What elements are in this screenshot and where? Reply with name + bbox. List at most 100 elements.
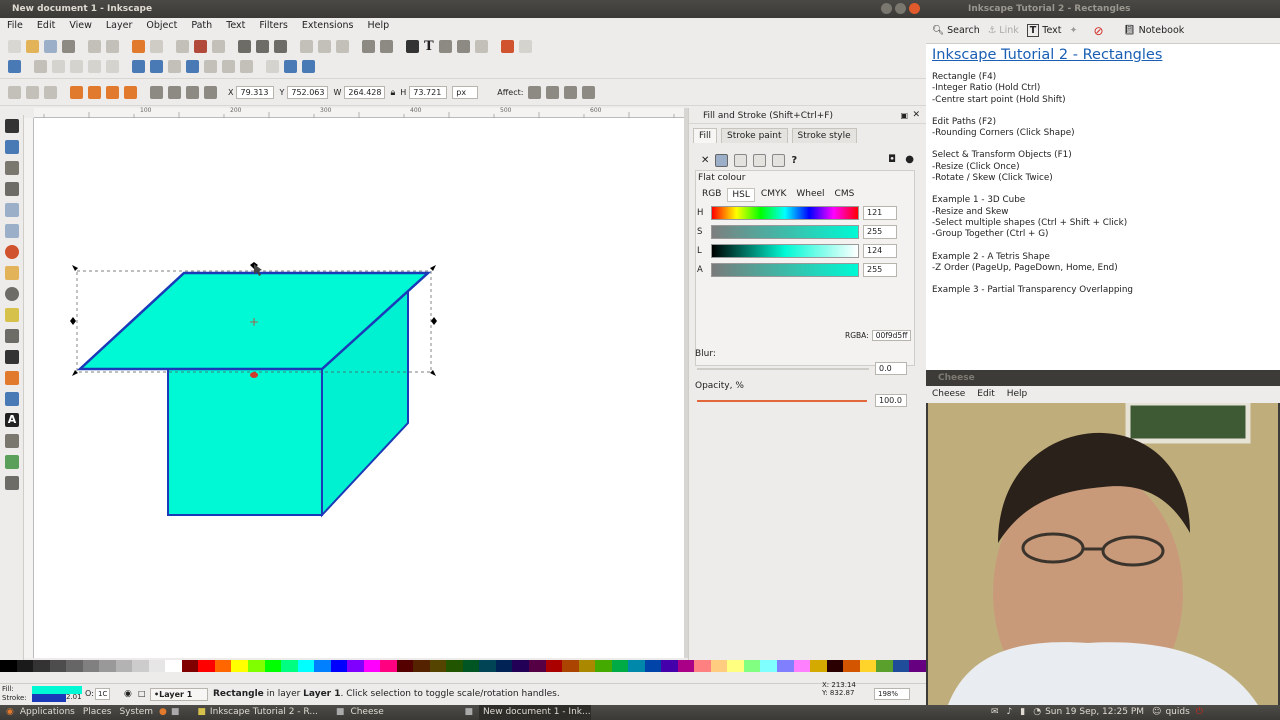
opacity-slider[interactable]: [697, 400, 867, 402]
clean-icon[interactable]: ✦: [1070, 25, 1078, 36]
xml-editor-icon[interactable]: [438, 40, 452, 53]
menu-object[interactable]: Object: [146, 18, 177, 34]
unit-select[interactable]: px: [452, 86, 479, 99]
mode-wheel[interactable]: Wheel: [792, 188, 828, 202]
menu-extensions[interactable]: Extensions: [302, 18, 354, 34]
handle-w[interactable]: [70, 317, 76, 325]
menu-path[interactable]: Path: [191, 18, 212, 34]
flip-vertical-icon[interactable]: [124, 86, 137, 99]
scale-stroke-icon[interactable]: [528, 86, 542, 99]
selector-tool-icon[interactable]: [5, 119, 19, 133]
cube-front-face[interactable]: [167, 368, 323, 516]
handle-nw[interactable]: [72, 265, 78, 271]
rotate-ccw-icon[interactable]: [70, 86, 83, 99]
menu-edit[interactable]: Edit: [37, 18, 55, 34]
zoom-input[interactable]: 198%: [874, 688, 910, 700]
tab-stroke-paint[interactable]: Stroke paint: [721, 128, 788, 143]
bucket-tool-icon[interactable]: [5, 392, 19, 406]
system-menu[interactable]: System: [119, 705, 153, 720]
print-icon[interactable]: [62, 40, 75, 53]
tweak-tool-icon[interactable]: [5, 161, 19, 175]
ungroup-icon[interactable]: [380, 40, 393, 53]
fill-stroke-icon[interactable]: [406, 40, 419, 53]
snap-intersections-icon[interactable]: [168, 60, 181, 73]
zoom-tool-icon[interactable]: [5, 182, 19, 196]
pen-tool-icon[interactable]: [5, 329, 19, 343]
fill-rule-evenodd-icon[interactable]: ◘: [888, 154, 896, 165]
menu-filters[interactable]: Filters: [259, 18, 287, 34]
no-paint-icon[interactable]: ✕: [701, 155, 709, 166]
deselect-icon[interactable]: [44, 86, 57, 99]
export-icon[interactable]: [106, 40, 119, 53]
slider-h-value[interactable]: 121: [863, 206, 897, 220]
note-content[interactable]: Inkscape Tutorial 2 - Rectangles Rectang…: [932, 46, 1272, 307]
handle-e[interactable]: [431, 317, 437, 325]
cheese-menu-help[interactable]: Help: [1007, 386, 1028, 403]
redo-icon[interactable]: [150, 40, 163, 53]
rgba-input[interactable]: 00f9d5ff: [871, 330, 912, 341]
undo-icon[interactable]: [132, 40, 145, 53]
transform-icon[interactable]: [474, 40, 488, 53]
stroke-swatch[interactable]: [32, 694, 66, 702]
color-palette[interactable]: [0, 660, 926, 672]
fill-rule-nonzero-icon[interactable]: ●: [905, 154, 914, 165]
snap-smooth-nodes-icon[interactable]: [186, 60, 199, 73]
open-icon[interactable]: [26, 40, 39, 53]
search-button[interactable]: 🔍︎ Search: [932, 25, 980, 36]
copy-icon[interactable]: [176, 40, 189, 53]
mode-rgb[interactable]: RGB: [698, 188, 725, 202]
import-icon[interactable]: [88, 40, 101, 53]
tab-stroke-style[interactable]: Stroke style: [791, 128, 857, 143]
slider-a-value[interactable]: 255: [863, 263, 897, 277]
y-input[interactable]: 752.063: [287, 86, 329, 99]
eraser-tool-icon[interactable]: [5, 371, 19, 385]
flat-color-icon[interactable]: [715, 154, 729, 167]
menu-layer[interactable]: Layer: [106, 18, 133, 34]
maximize-button[interactable]: [895, 3, 906, 14]
zoom-page-icon[interactable]: [274, 40, 287, 53]
mode-hsl[interactable]: HSL: [727, 188, 755, 202]
link-button[interactable]: ⚓︎ Link: [988, 25, 1019, 36]
rectangle-tool-icon[interactable]: [5, 203, 19, 217]
network-icon[interactable]: ✉: [991, 705, 999, 720]
text-button[interactable]: T Text: [1026, 24, 1062, 37]
move-patterns-icon[interactable]: [582, 86, 596, 99]
mode-cms[interactable]: CMS: [831, 188, 859, 202]
alpha-slider[interactable]: [711, 263, 859, 277]
spiral-tool-icon[interactable]: [5, 287, 19, 301]
unset-paint-icon[interactable]: ?: [791, 155, 797, 166]
snap-nodes-icon[interactable]: [132, 60, 145, 73]
raise-top-icon[interactable]: [150, 86, 163, 99]
snap-toggle-icon[interactable]: [8, 60, 21, 73]
document-properties-icon[interactable]: [518, 40, 532, 53]
snap-rotation-center-icon[interactable]: [240, 60, 253, 73]
node-tool-icon[interactable]: [5, 140, 19, 154]
radial-gradient-icon[interactable]: [753, 154, 767, 167]
h-input[interactable]: 73.721: [409, 86, 448, 99]
snap-object-center-icon[interactable]: [222, 60, 235, 73]
task-cheese[interactable]: Cheese: [350, 705, 450, 720]
snap-page-icon[interactable]: [266, 60, 279, 73]
ellipse-tool-icon[interactable]: [5, 245, 19, 259]
user-name[interactable]: quids: [1165, 705, 1189, 720]
hue-slider[interactable]: [711, 206, 859, 220]
menu-view[interactable]: View: [69, 18, 92, 34]
paste-icon[interactable]: [212, 40, 225, 53]
saturation-slider[interactable]: [711, 225, 859, 239]
drawing-canvas[interactable]: [34, 118, 684, 658]
opacity-indicator-input[interactable]: 1C: [95, 688, 111, 700]
spray-tool-icon[interactable]: [5, 434, 19, 448]
star-tool-icon[interactable]: [5, 266, 19, 280]
select-all-icon[interactable]: [8, 86, 21, 99]
gradient-tool-icon[interactable]: [5, 455, 19, 469]
close-button[interactable]: [909, 3, 920, 14]
notebook-button[interactable]: 📓︎ Notebook: [1124, 25, 1185, 36]
handle-s[interactable]: [250, 372, 258, 378]
minimize-button[interactable]: [881, 3, 892, 14]
flip-horizontal-icon[interactable]: [106, 86, 119, 99]
slider-s-value[interactable]: 255: [863, 225, 897, 239]
handle-se[interactable]: [430, 370, 436, 376]
lower-bottom-icon[interactable]: [204, 86, 217, 99]
save-icon[interactable]: [44, 40, 57, 53]
places-menu[interactable]: Places: [83, 705, 112, 720]
